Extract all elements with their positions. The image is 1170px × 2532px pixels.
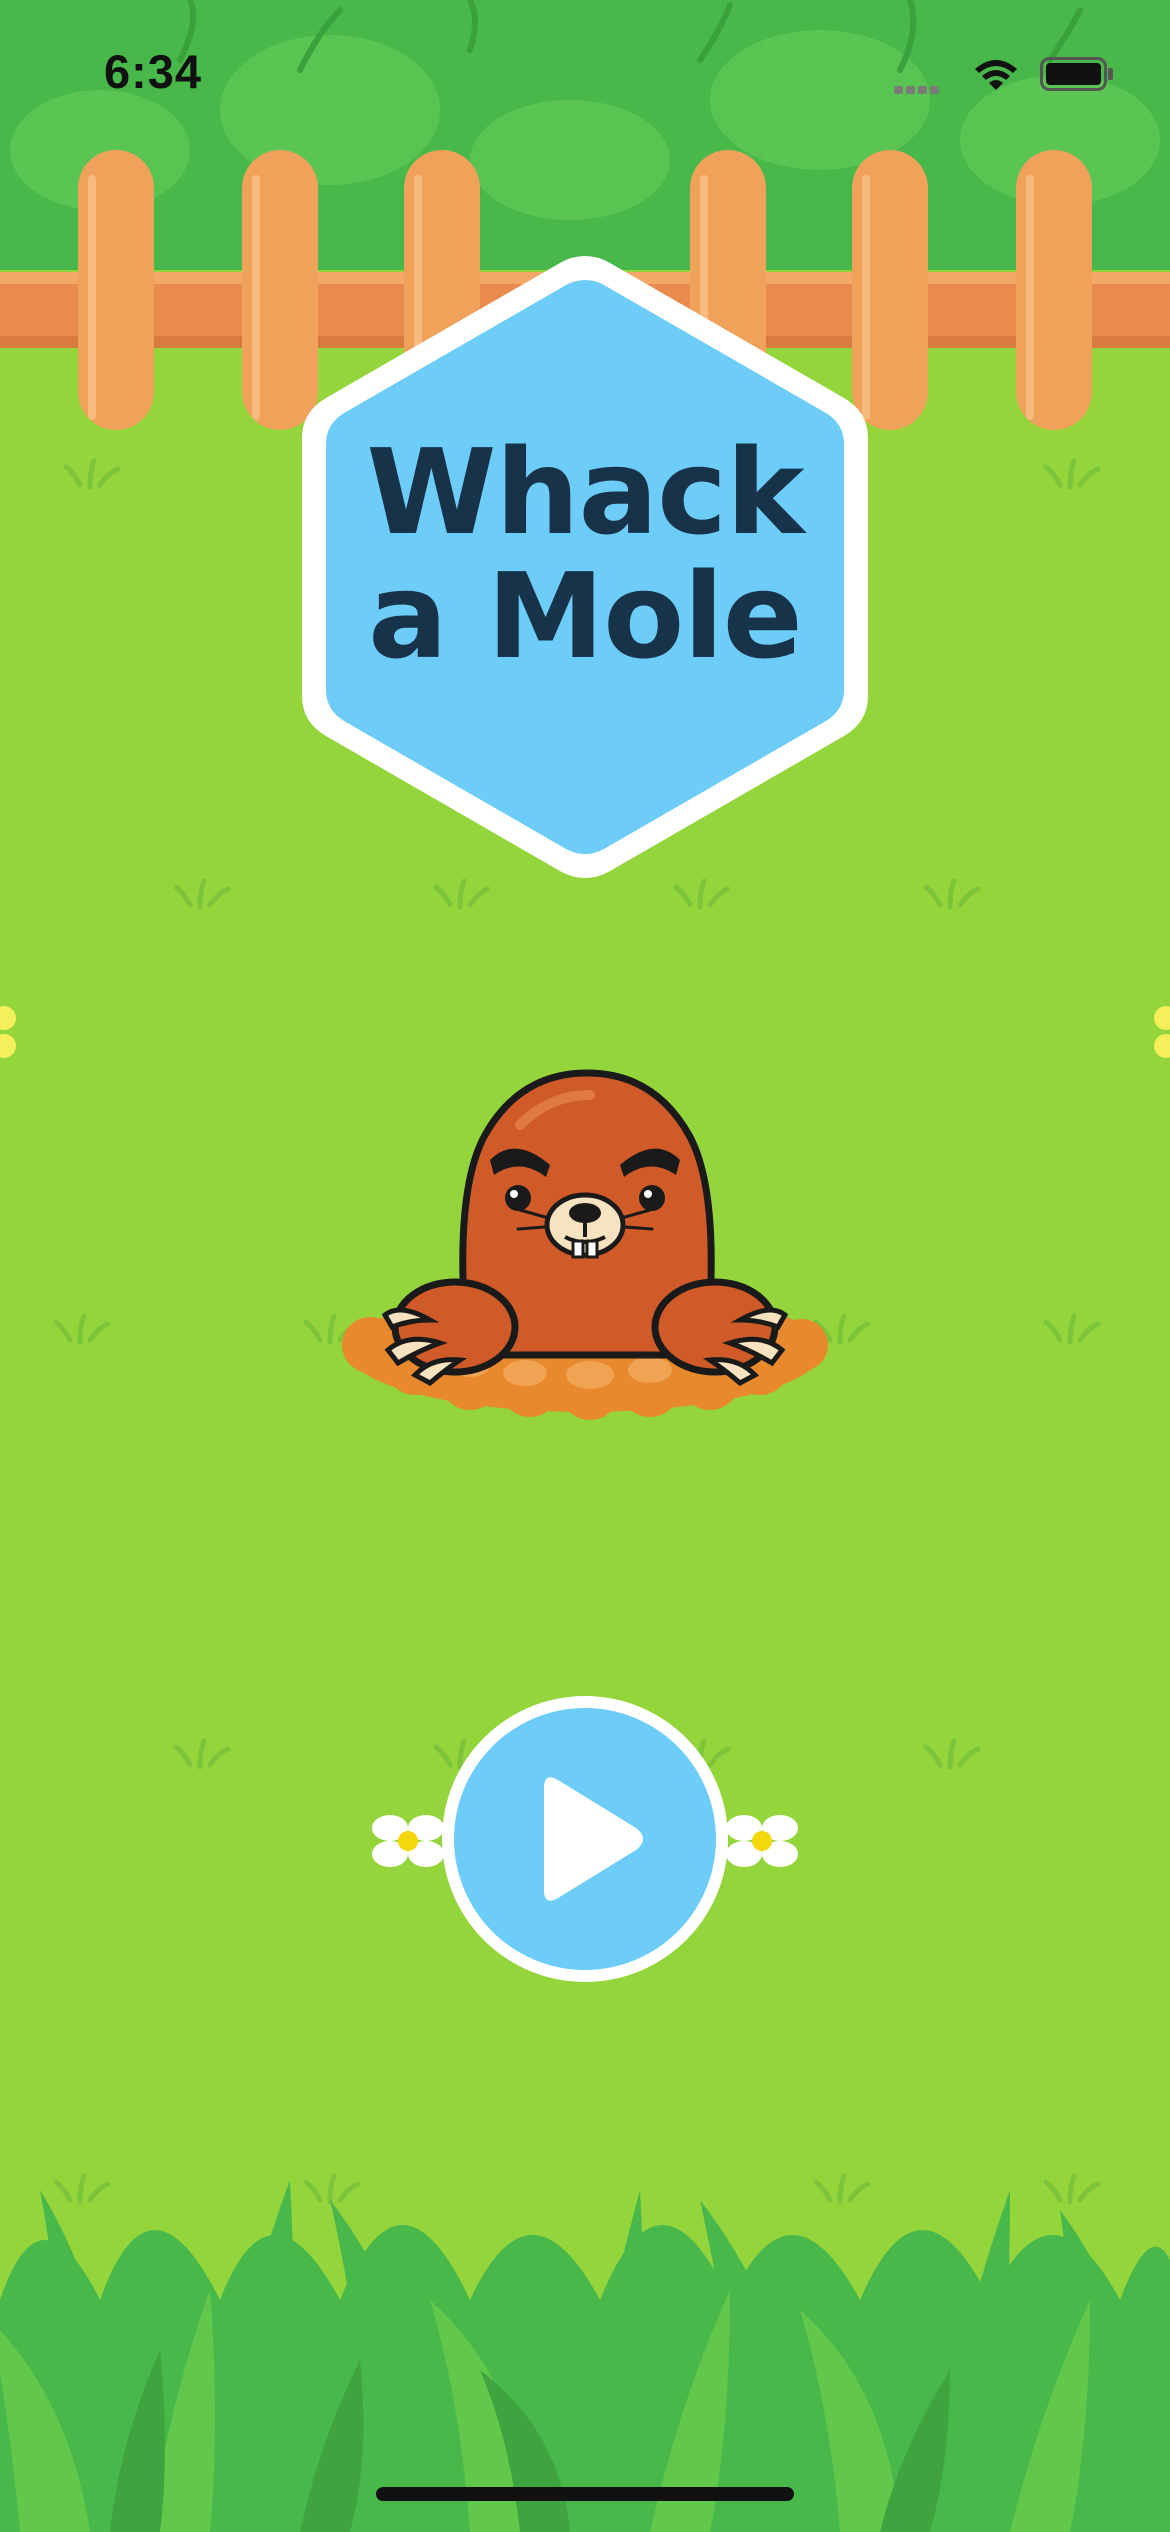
home-indicator[interactable] — [376, 2487, 794, 2501]
wifi-icon — [975, 60, 1017, 90]
battery-icon — [1040, 57, 1113, 91]
cellular-signal-icon — [894, 81, 952, 94]
play-button[interactable] — [440, 1694, 730, 1984]
game-screen: 6:34 Whack a Mole — [0, 0, 1170, 2532]
title-line-2: a Mole — [368, 547, 803, 685]
mole-icon — [342, 1069, 828, 1420]
game-title: Whack a Mole — [298, 430, 872, 678]
flower-icon — [726, 1815, 798, 1867]
status-time: 6:34 — [104, 45, 203, 98]
flower-icon — [372, 1815, 444, 1867]
status-icons — [894, 54, 1114, 94]
title-line-1: Whack — [366, 423, 804, 561]
